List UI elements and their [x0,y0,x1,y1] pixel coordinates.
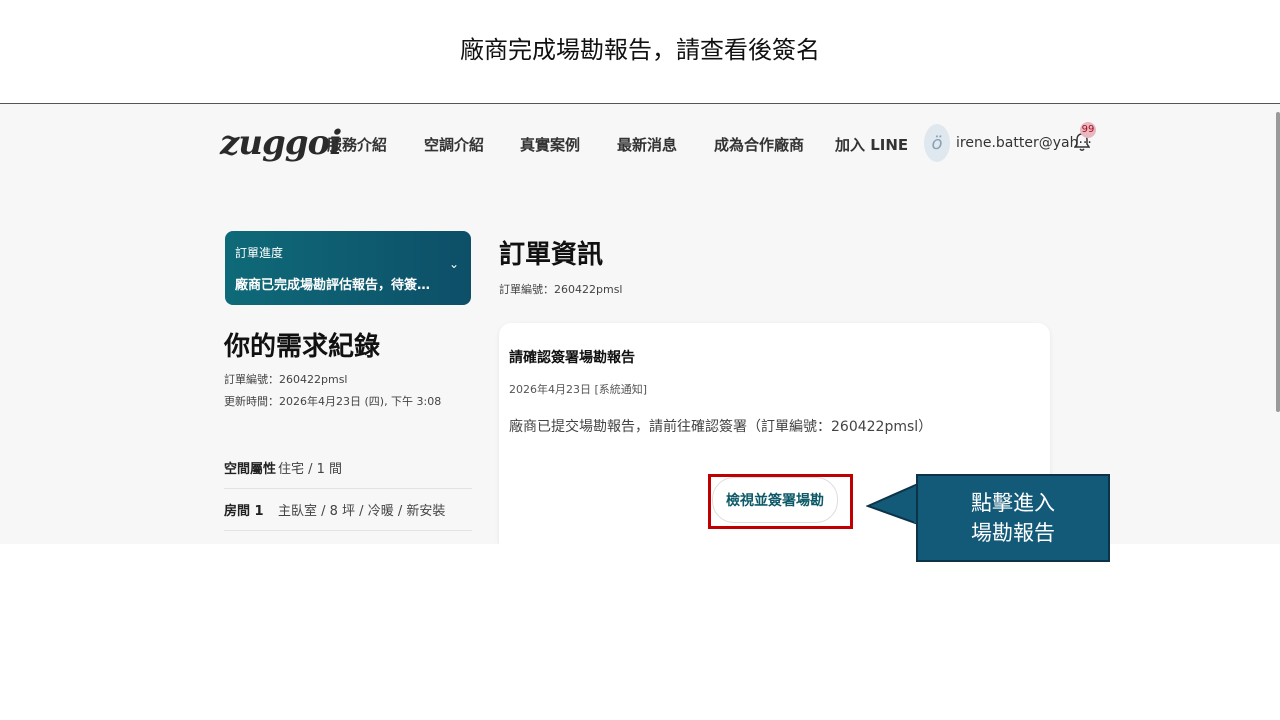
nav-item-news[interactable]: 最新消息 [617,134,677,155]
requirements-title: 你的需求紀錄 [224,332,381,362]
requirement-row: 房間 1 主臥室 / 8 坪 / 冷暖 / 新安裝 [224,488,472,531]
slide-title: 廠商完成場勘報告，請查看後簽名 [460,36,820,64]
nav-item-aircon[interactable]: 空調介紹 [424,134,484,155]
order-number: 訂單編號：260422pmsl [499,283,623,296]
nav-item-line[interactable]: 加入 LINE [835,134,908,155]
notification-badge: 99 [1080,122,1096,138]
requirements-updated: 更新時間：2026年4月23日 (四), 下午 3:08 [224,395,442,408]
row-value: 住宅 / 1 間 [278,462,343,477]
progress-status: 廠商已完成場勘評估報告，待簽名… [235,278,435,293]
progress-label: 訂單進度 [235,246,284,260]
callout-line-1: 點擊進入 [971,491,1055,515]
chevron-down-icon: ⌄ [448,257,459,271]
nav-item-services[interactable]: 服務介紹 [327,134,387,155]
nav-item-partner[interactable]: 成為合作廠商 [714,134,804,155]
row-label: 房間 1 [224,504,264,519]
order-info-title: 訂單資訊 [499,240,604,270]
requirements-order-no: 訂單編號：260422pmsl [224,373,348,386]
notice-title: 請確認簽署場勘報告 [509,350,635,366]
highlight-box [708,474,853,529]
notice-body: 廠商已提交場勘報告，請前往確認簽署（訂單編號：260422pmsl） [509,419,933,435]
callout-box: 點擊進入 場勘報告 [916,474,1110,562]
avatar-icon: ö [924,124,950,162]
notice-date: 2026年4月23日 [系統通知] [509,383,648,396]
nav-item-cases[interactable]: 真實案例 [520,134,580,155]
row-value: 主臥室 / 8 坪 / 冷暖 / 新安裝 [278,504,446,519]
row-label: 空間屬性 [224,462,277,477]
site-logo[interactable]: zuggoi [220,123,342,163]
scrollbar[interactable] [1276,112,1280,412]
user-email: irene.batter@yah··· [956,135,1092,151]
callout-line-2: 場勘報告 [971,521,1055,545]
order-progress-dropdown[interactable]: 訂單進度 廠商已完成場勘評估報告，待簽名… ⌄ [225,231,471,305]
requirement-row: 空間屬性 住宅 / 1 間 [224,446,472,489]
